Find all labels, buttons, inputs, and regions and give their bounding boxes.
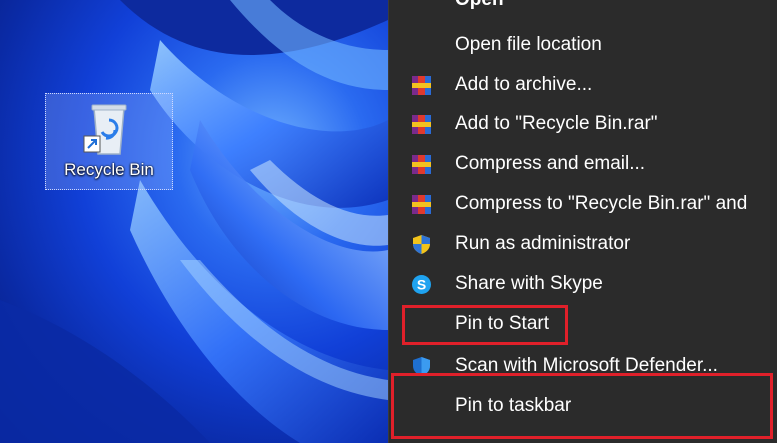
winrar-icon [411, 75, 432, 96]
menu-item-label: Pin to Start [455, 313, 549, 334]
menu-item-label: Run as administrator [455, 233, 631, 254]
menu-item-label: Compress and email... [455, 153, 646, 174]
menu-item-share-with-skype[interactable]: S Share with Skype [389, 265, 777, 303]
winrar-icon [411, 154, 432, 175]
menu-item-label: Pin to taskbar [455, 395, 572, 416]
menu-item-pin-to-start[interactable]: Pin to Start [389, 305, 777, 343]
recycle-bin-shortcut[interactable]: Recycle Bin [45, 93, 173, 190]
menu-item-open[interactable]: Open [389, 0, 777, 19]
menu-item-scan-with-defender[interactable]: Scan with Microsoft Defender... [389, 347, 777, 385]
defender-shield-icon [411, 356, 432, 377]
winrar-icon [411, 114, 432, 135]
menu-item-open-file-location[interactable]: Open file location [389, 26, 777, 64]
menu-item-compress-to-rar-and-email[interactable]: Compress to "Recycle Bin.rar" and [389, 185, 777, 223]
menu-item-label: Scan with Microsoft Defender... [455, 355, 718, 376]
wallpaper-bloom [0, 0, 388, 443]
menu-item-label: Open [455, 0, 504, 19]
desktop-wallpaper: Recycle Bin [0, 0, 388, 443]
menu-item-label: Open file location [455, 34, 602, 55]
menu-item-compress-and-email[interactable]: Compress and email... [389, 145, 777, 183]
skype-icon: S [411, 274, 432, 295]
menu-item-label: Compress to "Recycle Bin.rar" and [455, 193, 748, 214]
menu-item-run-as-administrator[interactable]: Run as administrator [389, 225, 777, 263]
recycle-bin-icon [83, 104, 127, 155]
svg-text:S: S [417, 277, 426, 293]
winrar-icon [411, 194, 432, 215]
menu-item-label: Share with Skype [455, 273, 603, 294]
context-menu: Open Open file location Add to archive..… [388, 0, 777, 443]
menu-item-add-to-archive[interactable]: Add to archive... [389, 66, 777, 104]
menu-item-label: Add to archive... [455, 74, 593, 95]
menu-item-add-to-rar[interactable]: Add to "Recycle Bin.rar" [389, 105, 777, 143]
menu-item-pin-to-taskbar[interactable]: Pin to taskbar [389, 387, 777, 425]
recycle-bin-label: Recycle Bin [64, 160, 154, 179]
uac-shield-icon [411, 234, 432, 255]
menu-item-label: Add to "Recycle Bin.rar" [455, 113, 658, 134]
